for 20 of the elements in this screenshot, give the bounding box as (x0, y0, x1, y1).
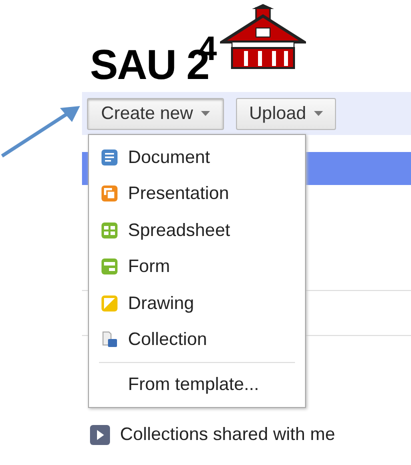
dropdown-button[interactable]: Create new (87, 98, 224, 130)
collection-icon (101, 331, 118, 348)
menu-item[interactable]: Drawing (89, 285, 305, 322)
presentation-icon (101, 185, 118, 202)
menu-item[interactable]: Document (89, 139, 305, 176)
dropdown-button[interactable]: Upload (236, 98, 336, 130)
collection-label[interactable]: Collections shared with me (120, 424, 336, 445)
spreadsheet-icon (101, 222, 118, 239)
caret-icon (201, 111, 210, 116)
menu-item[interactable]: Spreadsheet (89, 212, 305, 248)
expand-icon[interactable] (90, 424, 110, 444)
form-icon (101, 258, 118, 276)
document-icon (101, 148, 118, 166)
menu-item[interactable]: Form (89, 248, 305, 285)
menu-item[interactable]: Presentation (89, 176, 305, 212)
menu-item[interactable]: Collection (89, 322, 305, 358)
caret-icon (314, 111, 324, 116)
drawing-icon (101, 294, 118, 312)
menu-item[interactable]: From template... (89, 367, 305, 401)
schoolhouse-icon (220, 4, 306, 70)
